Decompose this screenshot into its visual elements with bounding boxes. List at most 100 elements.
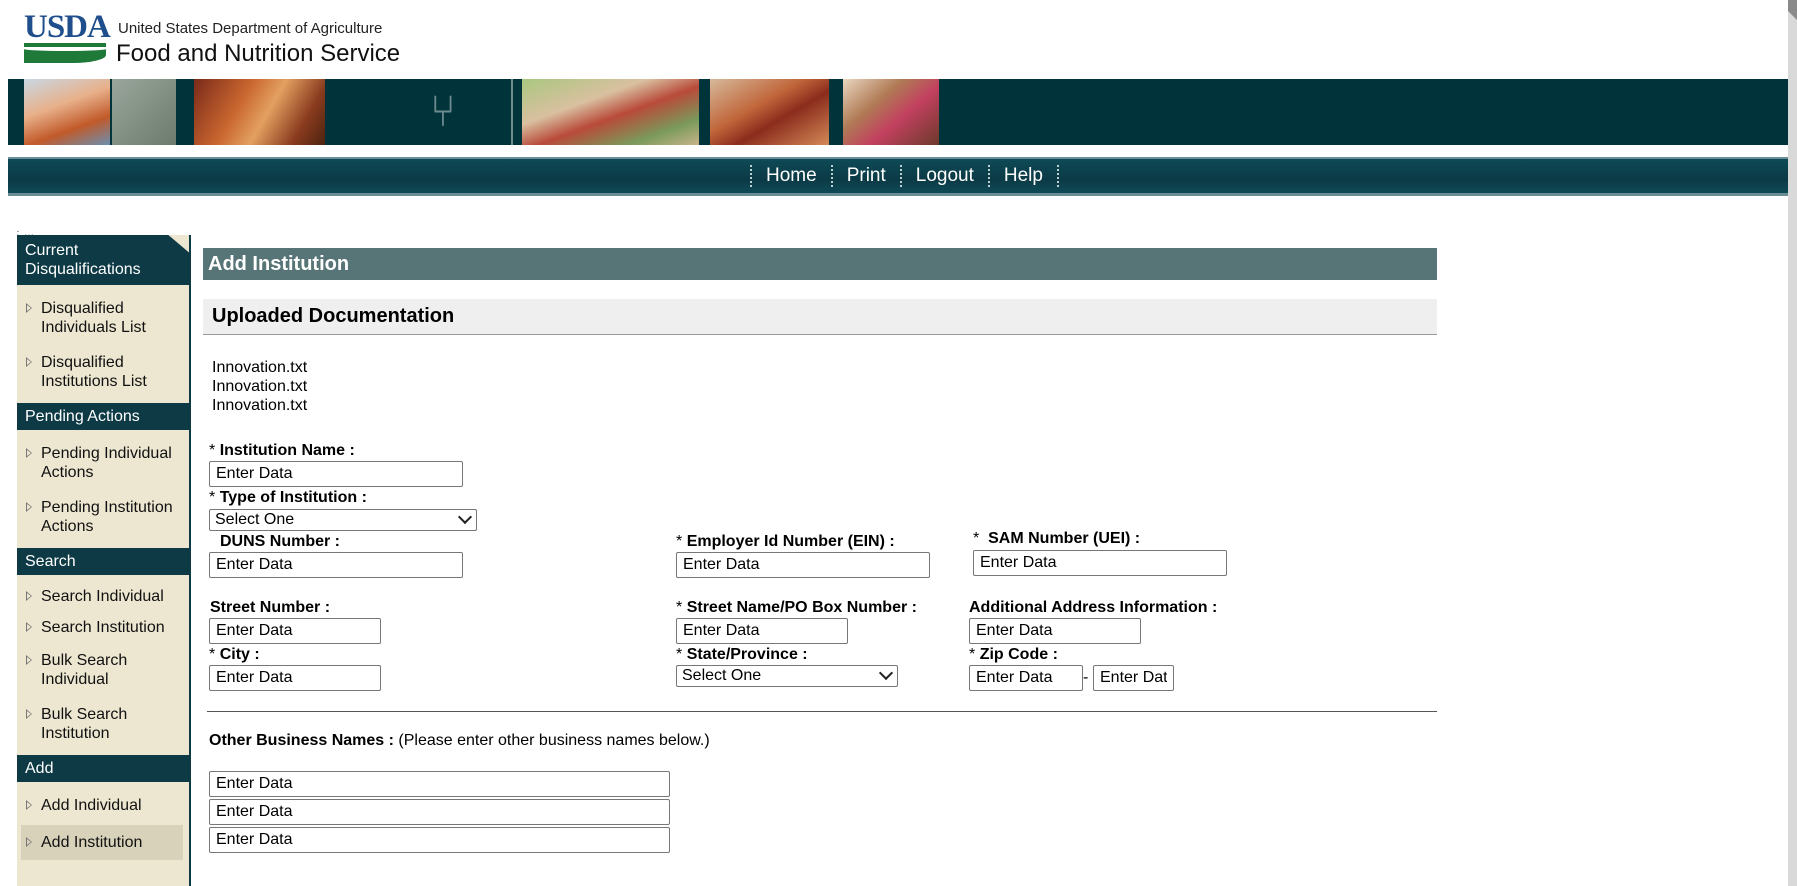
uploaded-file-link[interactable]: Innovation.txt — [212, 396, 307, 415]
banner-photo-children — [194, 79, 325, 145]
label-text: Institution Name : — [219, 442, 355, 459]
label-text: Street Name/PO Box Number : — [686, 599, 917, 616]
ein-label: * Employer Id Number (EIN) : — [676, 533, 895, 551]
page-title: Add Institution — [203, 248, 1437, 280]
sidebar-item-label: Bulk Search Institution — [41, 706, 128, 742]
sidebar-item-label: Search Individual — [41, 588, 164, 605]
additional-address-input[interactable] — [969, 618, 1141, 644]
sidebar-item-bulk-search-institution[interactable]: Bulk Search Institution — [17, 697, 189, 751]
sidebar-item-label: Pending Individual Actions — [41, 445, 172, 481]
sidebar-item-bulk-search-individual[interactable]: Bulk Search Individual — [17, 643, 189, 697]
nav-separator — [899, 165, 902, 187]
street-name-input[interactable] — [676, 618, 848, 644]
additional-address-label: Additional Address Information : — [969, 599, 1217, 617]
type-of-institution-select[interactable]: Select One — [209, 509, 477, 531]
zip-code-label: * Zip Code : — [969, 646, 1058, 664]
sidebar-item-label: Add Institution — [41, 834, 143, 851]
triangle-right-icon — [26, 448, 32, 458]
sidebar-item-search-individual[interactable]: Search Individual — [17, 581, 189, 612]
triangle-right-icon — [26, 303, 32, 313]
section-title-uploaded-documentation: Uploaded Documentation — [203, 299, 1437, 335]
sidebar-item-add-individual[interactable]: Add Individual — [17, 790, 189, 821]
required-marker: * — [209, 489, 216, 506]
sidebar-item-disqualified-institutions[interactable]: Disqualified Institutions List — [17, 345, 189, 399]
nav-home-link[interactable]: Home — [754, 165, 829, 187]
triangle-right-icon — [26, 800, 32, 810]
triangle-right-icon — [26, 837, 32, 847]
spoon-fork-icon: ⑂ — [429, 87, 457, 136]
banner-photo-family-picnic — [522, 79, 699, 145]
uploaded-file-link[interactable]: Innovation.txt — [212, 358, 307, 377]
zip-code-input[interactable] — [969, 665, 1083, 691]
required-marker: * — [969, 646, 976, 663]
other-business-name-input[interactable] — [209, 799, 670, 825]
select-value: Select One — [215, 511, 295, 528]
site-header: USDA United States Department of Agricul… — [8, 0, 1788, 79]
zip-extension-input[interactable] — [1093, 665, 1174, 691]
label-text: Zip Code : — [979, 646, 1058, 663]
sidebar-heading-current-disqualifications: Current Disqualifications — [17, 235, 189, 285]
triangle-right-icon — [26, 591, 32, 601]
state-province-select[interactable]: Select One — [676, 665, 898, 687]
duns-number-label: DUNS Number : — [220, 533, 340, 551]
required-marker: * — [209, 442, 216, 459]
sidebar-heading-pending-actions: Pending Actions — [17, 403, 189, 430]
uploaded-files-list: Innovation.txt Innovation.txt Innovation… — [212, 358, 307, 415]
label-text: Type of Institution : — [219, 489, 367, 506]
banner-photo-stairs-figure — [112, 79, 176, 145]
other-business-name-input[interactable] — [209, 827, 670, 853]
triangle-right-icon — [26, 357, 32, 367]
sam-number-input[interactable] — [973, 550, 1227, 576]
usda-logo[interactable]: USDA — [24, 9, 111, 63]
sidebar-heading-add: Add — [17, 755, 189, 782]
nav-logout-link[interactable]: Logout — [904, 165, 986, 187]
institution-name-input[interactable] — [209, 461, 463, 487]
street-number-input[interactable] — [209, 618, 381, 644]
sidebar-item-disqualified-individuals[interactable]: Disqualified Individuals List — [17, 291, 189, 345]
ein-input[interactable] — [676, 552, 930, 578]
label-text: City : — [219, 646, 260, 663]
sidebar-item-pending-individual[interactable]: Pending Individual Actions — [17, 436, 189, 490]
agency-department: United States Department of Agriculture — [118, 20, 383, 37]
chevron-down-icon — [878, 665, 894, 681]
nav-print-link[interactable]: Print — [835, 165, 898, 187]
top-nav-bar: Home Print Logout Help — [8, 157, 1788, 196]
other-business-names-hint: (Please enter other business names below… — [398, 732, 710, 749]
banner-photo-women — [843, 79, 939, 145]
required-marker: * — [973, 530, 980, 547]
window-right-edge — [1788, 0, 1797, 886]
chevron-down-icon — [457, 509, 473, 525]
triangle-right-icon — [26, 622, 32, 632]
banner-photo-basketball — [24, 79, 110, 145]
sidebar-item-label: Bulk Search Individual — [41, 652, 128, 688]
label-text: Additional Address Information : — [969, 599, 1218, 616]
usda-logo-text: USDA — [24, 9, 111, 45]
nav-separator — [987, 165, 990, 187]
label-text: SAM Number (UEI) : — [988, 530, 1141, 547]
city-input[interactable] — [209, 665, 381, 691]
select-value: Select One — [682, 667, 762, 684]
type-of-institution-label: * Type of Institution : — [209, 489, 367, 507]
label-text: Other Business Names : — [209, 732, 394, 749]
uploaded-file-link[interactable]: Innovation.txt — [212, 377, 307, 396]
label-text: Street Number : — [210, 599, 331, 616]
sidebar-item-label: Disqualified Institutions List — [41, 354, 147, 390]
zip-separator: - — [1083, 669, 1089, 686]
sidebar-item-search-institution[interactable]: Search Institution — [17, 612, 189, 643]
duns-number-input[interactable] — [209, 552, 463, 578]
nav-separator — [830, 165, 833, 187]
top-nav-links: Home Print Logout Help — [748, 159, 1061, 193]
label-text: Employer Id Number (EIN) : — [686, 533, 895, 550]
window-left-edge — [0, 0, 8, 886]
sidebar-item-pending-institution[interactable]: Pending Institution Actions — [17, 490, 189, 544]
sidebar-item-label: Search Institution — [41, 619, 165, 636]
triangle-right-icon — [26, 655, 32, 665]
other-business-name-input[interactable] — [209, 771, 670, 797]
state-province-label: * State/Province : — [676, 646, 808, 664]
triangle-right-icon — [26, 502, 32, 512]
header-photo-banner: ⑂ — [8, 79, 1788, 145]
street-number-label: Street Number : — [210, 599, 330, 617]
nav-help-link[interactable]: Help — [992, 165, 1055, 187]
institution-name-label: * Institution Name : — [209, 442, 355, 460]
sidebar-item-add-institution[interactable]: Add Institution — [21, 825, 183, 860]
